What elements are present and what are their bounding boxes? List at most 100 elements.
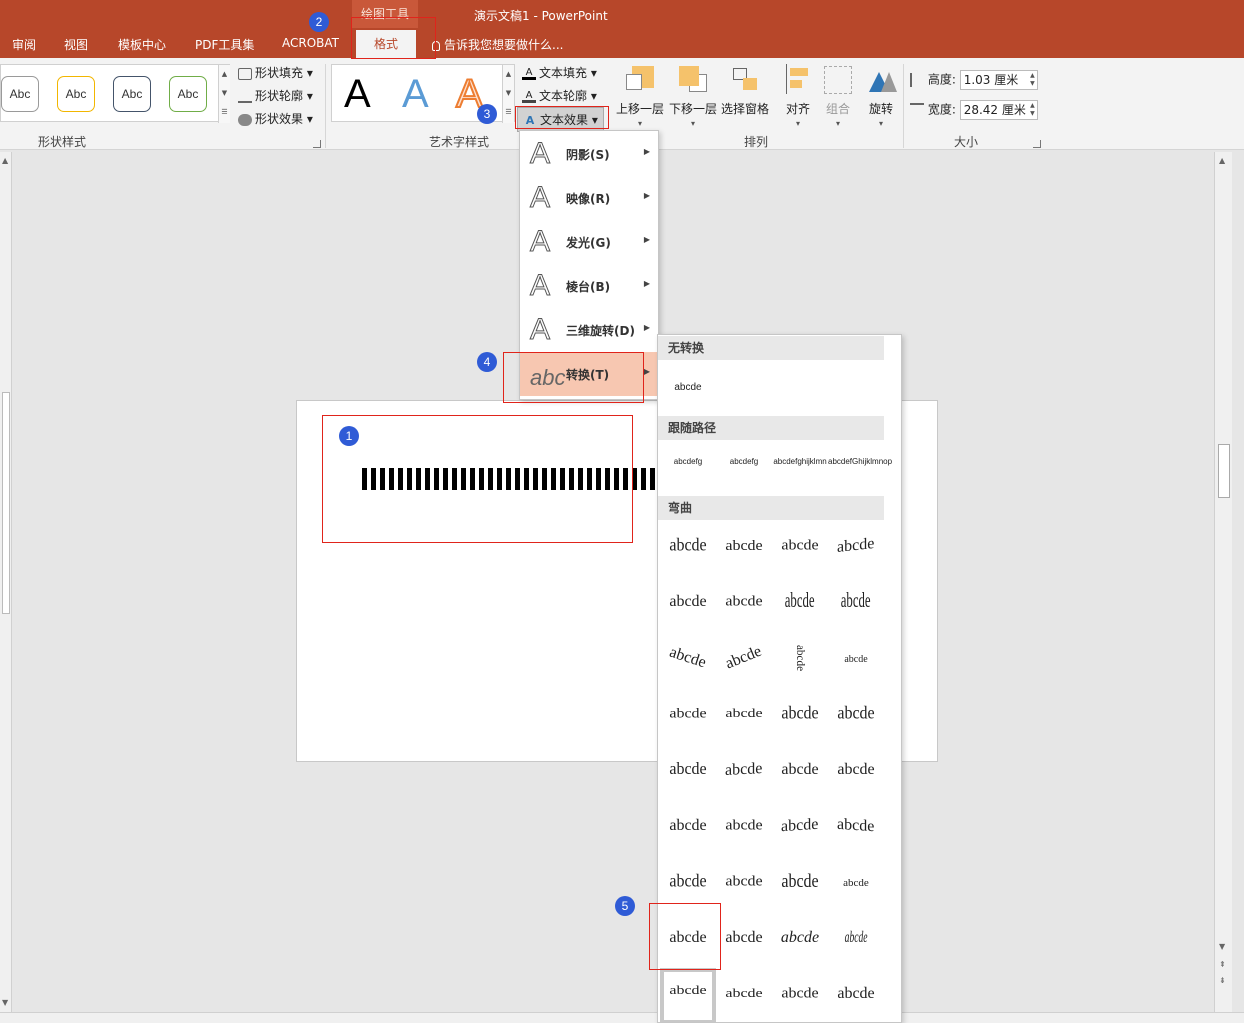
shape-style-swatch[interactable]: Abc (1, 76, 39, 112)
warp-option[interactable]: abcde (828, 635, 884, 681)
no-transform-option[interactable]: abcde (660, 365, 716, 411)
vertical-scrollbar[interactable]: ▲ ▼ ⇞ ⇟ (1214, 152, 1232, 1012)
warp-option[interactable]: abcde (716, 747, 772, 793)
wordart-swatch-blue[interactable]: A (402, 71, 429, 117)
warp-option[interactable]: abcde (716, 859, 772, 905)
warp-option[interactable]: abcde (772, 915, 828, 961)
warp-option[interactable]: abcde (828, 971, 884, 1017)
align-button[interactable]: 对齐 ▾ (782, 64, 814, 128)
warp-option-selected[interactable]: abcde (660, 968, 716, 1022)
warp-option[interactable]: abcde (716, 803, 772, 849)
dialog-launcher-icon[interactable] (1033, 140, 1041, 148)
warp-option[interactable]: abcde (772, 859, 828, 905)
warp-option[interactable]: abcde (772, 691, 828, 737)
text-effects-menu-item[interactable]: A 三维旋转(D) ▶ (520, 308, 658, 352)
scroll-up-icon[interactable]: ▲ (1219, 156, 1225, 165)
tell-me-search[interactable]: 告诉我您想要做什么... (432, 36, 563, 53)
warp-option[interactable]: abcde (716, 915, 772, 961)
tab-acrobat[interactable]: ACROBAT (282, 36, 339, 50)
warp-option[interactable]: abcde (772, 803, 828, 849)
warp-option[interactable]: abcde (828, 523, 884, 569)
step-badge-4: 4 (477, 352, 497, 372)
warp-option[interactable]: abcde (660, 747, 716, 793)
scrollbar-thumb[interactable] (1218, 444, 1230, 498)
shape-fill-button[interactable]: 形状填充 ▾ (238, 64, 313, 81)
gallery-more-icon[interactable]: ☰ (219, 103, 230, 122)
follow-path-option[interactable]: abcdefg (660, 445, 716, 491)
warp-option[interactable]: abcde (828, 915, 884, 961)
warp-option[interactable]: abcde (716, 971, 772, 1017)
scroll-up-icon[interactable]: ▲ (503, 65, 514, 84)
gallery-scroll[interactable]: ▲ ▼ ☰ (218, 65, 230, 123)
warp-sample-text: abcde (725, 760, 763, 779)
warp-option[interactable]: abcde (660, 803, 716, 849)
selection-pane-button[interactable]: 选择窗格 (721, 64, 769, 117)
group-button[interactable]: 组合 ▾ (822, 64, 854, 128)
text-effects-menu-item[interactable]: A 发光(G) ▶ (520, 220, 658, 264)
warp-option[interactable]: abcde (716, 635, 772, 681)
warp-option[interactable]: abcde (660, 579, 716, 625)
shape-style-swatch[interactable]: Abc (57, 76, 95, 112)
shape-outline-button[interactable]: 形状轮廓 ▾ (238, 87, 313, 104)
warp-option[interactable]: abcde (828, 803, 884, 849)
warp-option[interactable]: abcde (772, 635, 828, 681)
tab-view[interactable]: 视图 (64, 36, 88, 53)
follow-path-option[interactable]: abcdefghijklmn (772, 445, 828, 491)
shape-style-swatch[interactable]: Abc (113, 76, 151, 112)
warp-option[interactable]: abcde (716, 579, 772, 625)
text-effect-icon: A (529, 313, 551, 346)
text-fill-button[interactable]: A 文本填充 ▾ (522, 64, 597, 81)
warp-option[interactable]: abcde (772, 523, 828, 569)
scrollbar-thumb[interactable] (2, 392, 10, 614)
wordart-swatch-black[interactable]: A (344, 71, 371, 117)
warp-sample-text: abcde (781, 703, 819, 724)
scroll-down-icon[interactable]: ▼ (2, 998, 8, 1007)
height-field[interactable]: 1.03 厘米 ▲ ▼ (959, 70, 1038, 90)
send-backward-button[interactable]: 下移一层 ▾ (669, 64, 717, 128)
submenu-arrow-icon: ▶ (643, 191, 650, 200)
shape-effects-button[interactable]: 形状效果 ▾ (238, 110, 313, 127)
spinner-icon[interactable]: ▲ ▼ (1030, 72, 1035, 88)
warp-option[interactable]: abcde (772, 971, 828, 1017)
tab-review[interactable]: 审阅 (12, 36, 36, 53)
follow-path-option[interactable]: abcdefg (716, 445, 772, 491)
warp-option[interactable]: abcde (716, 523, 772, 569)
previous-slide-icon[interactable]: ⇞ (1219, 960, 1226, 969)
text-effects-menu-item[interactable]: A 映像(R) ▶ (520, 176, 658, 220)
warp-sample-text: abcde (785, 590, 815, 613)
warp-option[interactable]: abcde (716, 691, 772, 737)
warp-option[interactable]: abcde (660, 859, 716, 905)
text-outline-button[interactable]: A 文本轮廓 ▾ (522, 87, 597, 104)
rotate-button[interactable]: 旋转 ▾ (865, 64, 897, 128)
warp-sample-text: abcde (725, 873, 763, 890)
tab-pdf-tools[interactable]: PDF工具集 (195, 36, 254, 53)
gallery-more-icon[interactable]: ☰ (503, 103, 514, 122)
scroll-down-icon[interactable]: ▼ (219, 84, 230, 103)
next-slide-icon[interactable]: ⇟ (1219, 976, 1226, 985)
warp-option[interactable]: abcde (660, 523, 716, 569)
warp-option[interactable]: abcde (828, 859, 884, 905)
spinner-icon[interactable]: ▲ ▼ (1030, 102, 1035, 118)
width-field[interactable]: 28.42 厘米 ▲ ▼ (959, 100, 1038, 120)
scroll-up-icon[interactable]: ▲ (219, 65, 230, 84)
follow-path-option[interactable]: abcdefGhijklmnop (828, 445, 892, 491)
text-effects-menu-item[interactable]: A 棱台(B) ▶ (520, 264, 658, 308)
warp-option[interactable]: abcde (660, 635, 716, 681)
gallery-scroll[interactable]: ▲ ▼ ☰ (502, 65, 514, 123)
warp-option[interactable]: abcde (772, 579, 828, 625)
bring-forward-button[interactable]: 上移一层 ▾ (616, 64, 664, 128)
scroll-down-icon[interactable]: ▼ (1219, 942, 1225, 951)
warp-option[interactable]: abcde (772, 747, 828, 793)
shape-style-gallery[interactable]: Abc Abc Abc Abc ▲ ▼ ☰ (0, 64, 230, 123)
warp-option[interactable]: abcde (828, 747, 884, 793)
warp-option[interactable]: abcde (828, 579, 884, 625)
warp-option[interactable]: abcde (660, 691, 716, 737)
scroll-up-icon[interactable]: ▲ (2, 156, 8, 165)
scroll-down-icon[interactable]: ▼ (503, 84, 514, 103)
shape-style-swatch[interactable]: Abc (169, 76, 207, 112)
text-effects-menu-item[interactable]: A 阴影(S) ▶ (520, 132, 658, 176)
thumbnail-pane-edge[interactable]: ▲ ▼ (0, 152, 12, 1012)
dialog-launcher-icon[interactable] (313, 140, 321, 148)
tab-template-center[interactable]: 模板中心 (118, 36, 166, 53)
warp-option[interactable]: abcde (828, 691, 884, 737)
